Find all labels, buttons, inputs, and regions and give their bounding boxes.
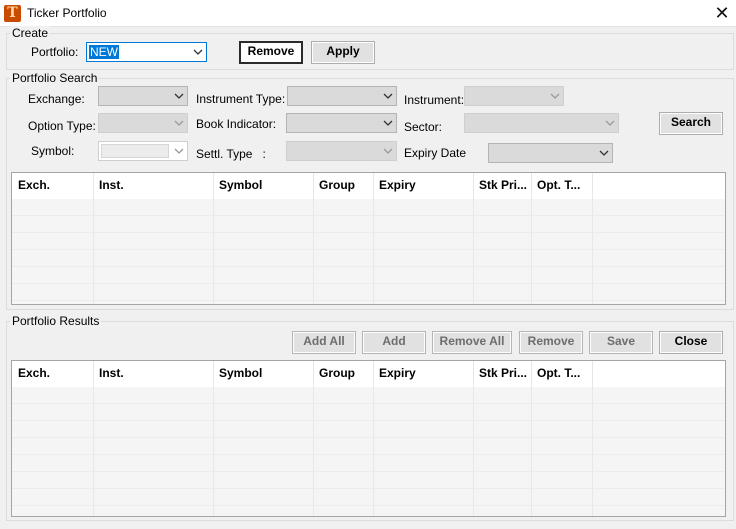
- chevron-down-icon[interactable]: [550, 91, 560, 101]
- portfolio-search-group-label: Portfolio Search: [10, 71, 100, 85]
- column-header-symbol[interactable]: Symbol: [213, 361, 314, 387]
- table-row[interactable]: [12, 284, 725, 301]
- book-indicator-label: Book Indicator:: [196, 117, 277, 131]
- symbol-combo[interactable]: [98, 141, 188, 161]
- column-header-stk-price[interactable]: Stk Pri...: [473, 361, 532, 387]
- remove-portfolio-button[interactable]: Remove: [239, 41, 303, 64]
- chevron-down-icon[interactable]: [383, 118, 393, 128]
- search-button[interactable]: Search: [659, 112, 723, 135]
- symbol-input[interactable]: [101, 144, 169, 158]
- column-header-group[interactable]: Group: [313, 173, 374, 199]
- search-grid-header: Exch. Inst. Symbol Group Expiry Stk Pri.…: [12, 173, 725, 199]
- table-row[interactable]: [12, 267, 725, 284]
- table-row[interactable]: [12, 489, 725, 506]
- portfolio-results-group-label: Portfolio Results: [10, 314, 102, 328]
- exchange-label: Exchange:: [28, 92, 85, 106]
- expiry-date-combo[interactable]: [488, 143, 613, 163]
- option-type-label: Option Type:: [28, 119, 96, 133]
- chevron-down-icon[interactable]: [599, 148, 609, 158]
- column-header-symbol[interactable]: Symbol: [213, 173, 314, 199]
- instrument-label: Instrument:: [404, 93, 465, 107]
- app-logo-letter: T: [7, 5, 18, 21]
- settl-type-combo[interactable]: [286, 141, 397, 161]
- close-button[interactable]: Close: [659, 331, 723, 354]
- symbol-label: Symbol:: [31, 144, 75, 158]
- chevron-down-icon[interactable]: [605, 118, 615, 128]
- column-header-expiry[interactable]: Expiry: [373, 361, 474, 387]
- app-logo-icon: T: [4, 5, 21, 22]
- table-row[interactable]: [12, 421, 725, 438]
- instrument-type-combo[interactable]: [287, 86, 397, 106]
- instrument-type-label: Instrument Type:: [196, 92, 286, 106]
- table-row[interactable]: [12, 216, 725, 233]
- column-header-exch[interactable]: Exch.: [12, 361, 94, 387]
- instrument-combo[interactable]: [464, 86, 564, 106]
- sector-combo[interactable]: [464, 113, 619, 133]
- apply-button[interactable]: Apply: [311, 41, 375, 64]
- table-row[interactable]: [12, 472, 725, 489]
- add-all-button[interactable]: Add All: [292, 331, 356, 354]
- column-header-inst[interactable]: Inst.: [93, 173, 214, 199]
- book-indicator-combo[interactable]: [286, 113, 397, 133]
- column-header-stk-price[interactable]: Stk Pri...: [473, 173, 532, 199]
- column-header-opt-type[interactable]: Opt. T...: [531, 361, 593, 387]
- sector-label: Sector:: [404, 120, 443, 134]
- portfolio-value[interactable]: NEW: [89, 45, 119, 59]
- portfolio-combo[interactable]: NEW: [86, 42, 207, 62]
- create-group-label: Create: [10, 26, 51, 40]
- chevron-down-icon[interactable]: [193, 47, 203, 57]
- table-row[interactable]: [12, 233, 725, 250]
- portfolio-results-grid[interactable]: Exch. Inst. Symbol Group Expiry Stk Pri.…: [11, 360, 726, 517]
- table-row[interactable]: [12, 404, 725, 421]
- chevron-down-icon[interactable]: [383, 91, 393, 101]
- window-title: Ticker Portfolio: [27, 6, 107, 20]
- table-row[interactable]: [12, 199, 725, 216]
- remove-all-button[interactable]: Remove All: [432, 331, 512, 354]
- chevron-down-icon[interactable]: [174, 146, 184, 156]
- expiry-date-label: Expiry Date: [404, 146, 467, 160]
- column-header-group[interactable]: Group: [313, 361, 374, 387]
- window-close-icon[interactable]: ✕: [708, 1, 736, 25]
- column-header-opt-type[interactable]: Opt. T...: [531, 173, 593, 199]
- column-header-expiry[interactable]: Expiry: [373, 173, 474, 199]
- portfolio-label: Portfolio:: [31, 45, 79, 59]
- column-header-exch[interactable]: Exch.: [12, 173, 94, 199]
- chevron-down-icon[interactable]: [174, 118, 184, 128]
- table-row[interactable]: [12, 387, 725, 404]
- chevron-down-icon[interactable]: [383, 146, 393, 156]
- settl-type-label: Settl. Type :: [196, 147, 266, 161]
- title-bar: T Ticker Portfolio ✕: [0, 0, 736, 27]
- table-row[interactable]: [12, 438, 725, 455]
- table-row[interactable]: [12, 250, 725, 267]
- search-results-grid[interactable]: Exch. Inst. Symbol Group Expiry Stk Pri.…: [11, 172, 726, 305]
- results-grid-header: Exch. Inst. Symbol Group Expiry Stk Pri.…: [12, 361, 725, 387]
- exchange-combo[interactable]: [98, 86, 188, 106]
- column-header-inst[interactable]: Inst.: [93, 361, 214, 387]
- add-button[interactable]: Add: [362, 331, 426, 354]
- chevron-down-icon[interactable]: [174, 91, 184, 101]
- remove-button[interactable]: Remove: [519, 331, 583, 354]
- table-row[interactable]: [12, 455, 725, 472]
- save-button[interactable]: Save: [589, 331, 653, 354]
- option-type-combo[interactable]: [98, 113, 188, 133]
